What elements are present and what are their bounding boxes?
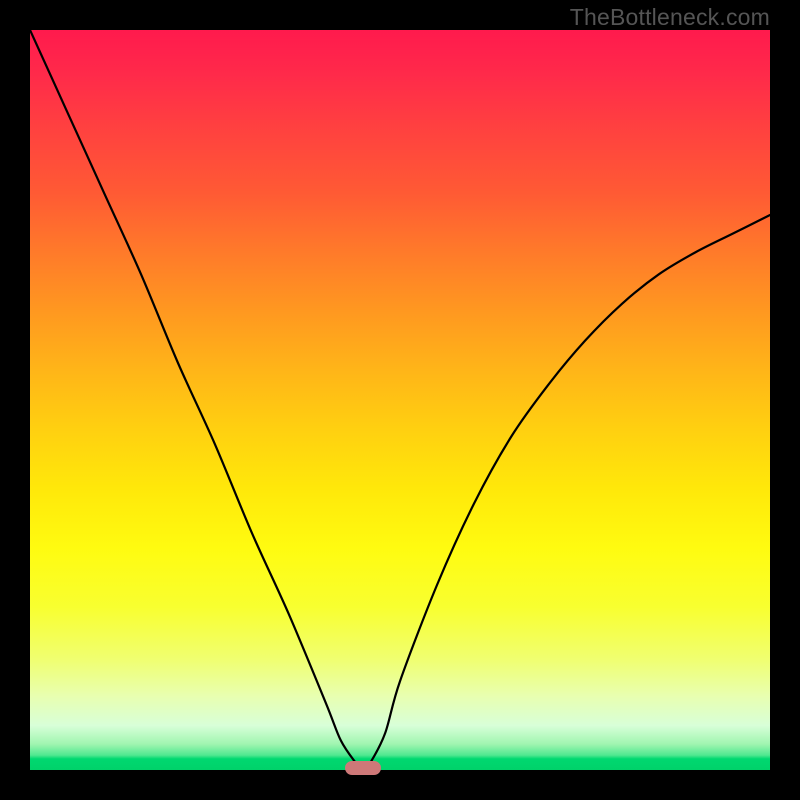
watermark-text: TheBottleneck.com — [570, 4, 770, 31]
bottleneck-curve — [30, 30, 770, 770]
curve-svg — [30, 30, 770, 770]
chart-container: TheBottleneck.com — [0, 0, 800, 800]
plot-area — [30, 30, 770, 770]
min-marker-pill — [345, 761, 381, 775]
